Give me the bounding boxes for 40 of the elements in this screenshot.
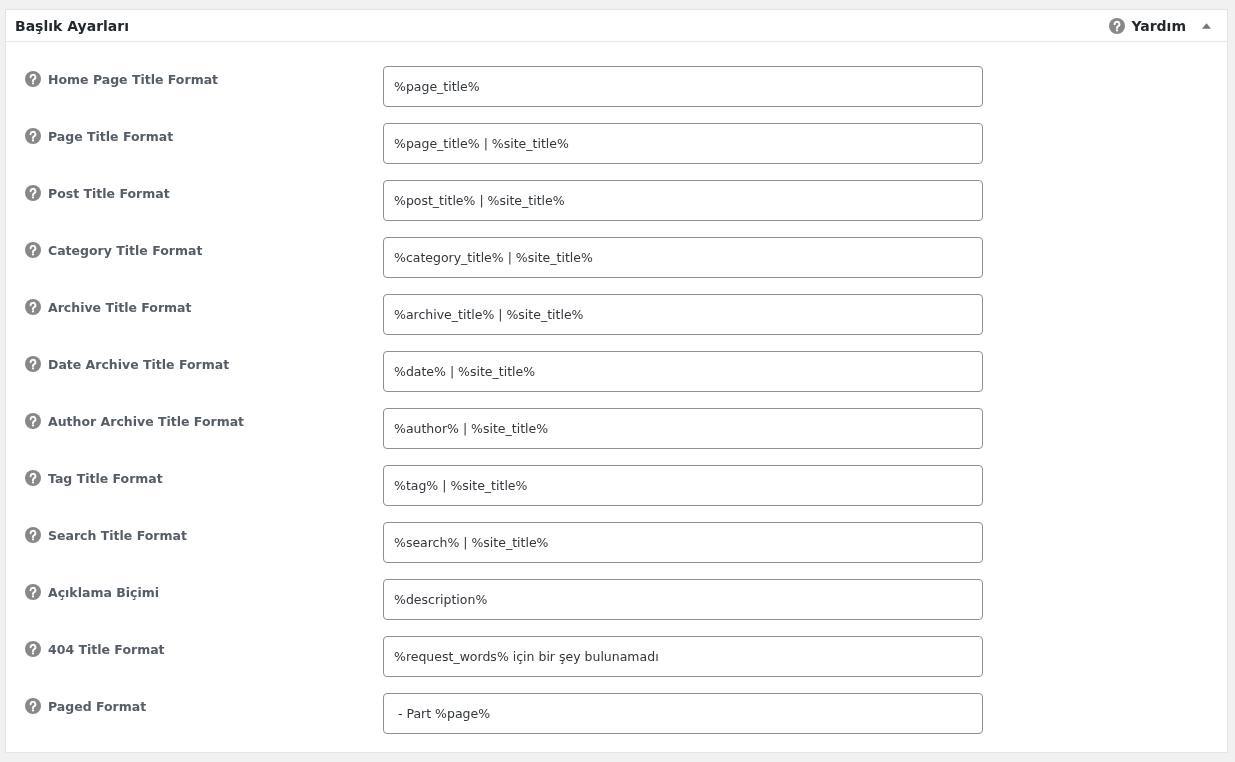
panel-title: Başlık Ayarları — [15, 17, 129, 34]
field-label: Category Title Format — [48, 242, 203, 258]
help-icon[interactable] — [25, 470, 41, 486]
field-label: Archive Title Format — [48, 299, 192, 315]
help-icon[interactable] — [25, 584, 41, 600]
input-field[interactable]: %page_title% | %site_title% — [383, 123, 983, 164]
field-label: Paged Format — [48, 698, 147, 714]
input-field[interactable]: %description% — [383, 579, 983, 620]
help-icon[interactable] — [25, 356, 41, 372]
help-icon[interactable] — [25, 299, 41, 315]
field-label: Tag Title Format — [48, 470, 163, 486]
help-icon[interactable] — [25, 242, 41, 258]
input-field[interactable]: %post_title% | %site_title% — [383, 180, 983, 221]
help-icon[interactable] — [25, 641, 41, 657]
field-label: 404 Title Format — [48, 641, 165, 657]
input-field[interactable]: %tag% | %site_title% — [383, 465, 983, 506]
field-label: Home Page Title Format — [48, 71, 219, 87]
field-label: Açıklama Biçimi — [48, 584, 160, 600]
input-field[interactable]: %category_title% | %site_title% — [383, 237, 983, 278]
help-icon[interactable] — [1109, 17, 1126, 34]
help-icon[interactable] — [25, 413, 41, 429]
field-label: Date Archive Title Format — [48, 356, 230, 372]
help-icon[interactable] — [25, 128, 41, 144]
field-label: Page Title Format — [48, 128, 174, 144]
field-label: Author Archive Title Format — [48, 413, 245, 429]
input-field[interactable]: %request_words% için bir şey bulunamadı — [383, 636, 983, 677]
input-field[interactable]: %author% | %site_title% — [383, 408, 983, 449]
field-label: Search Title Format — [48, 527, 187, 543]
input-field[interactable]: %page_title% — [383, 66, 983, 107]
input-field[interactable]: - Part %page% — [383, 693, 983, 734]
input-field[interactable]: %date% | %site_title% — [383, 351, 983, 392]
input-field[interactable]: %search% | %site_title% — [383, 522, 983, 563]
help-icon[interactable] — [25, 698, 41, 714]
help-icon[interactable] — [25, 527, 41, 543]
help-link[interactable]: Yardım — [1131, 17, 1186, 34]
field-label: Post Title Format — [48, 185, 170, 201]
input-field[interactable]: %archive_title% | %site_title% — [383, 294, 983, 335]
collapse-toggle-icon[interactable] — [1202, 22, 1211, 29]
help-icon[interactable] — [25, 71, 41, 87]
help-icon[interactable] — [25, 185, 41, 201]
